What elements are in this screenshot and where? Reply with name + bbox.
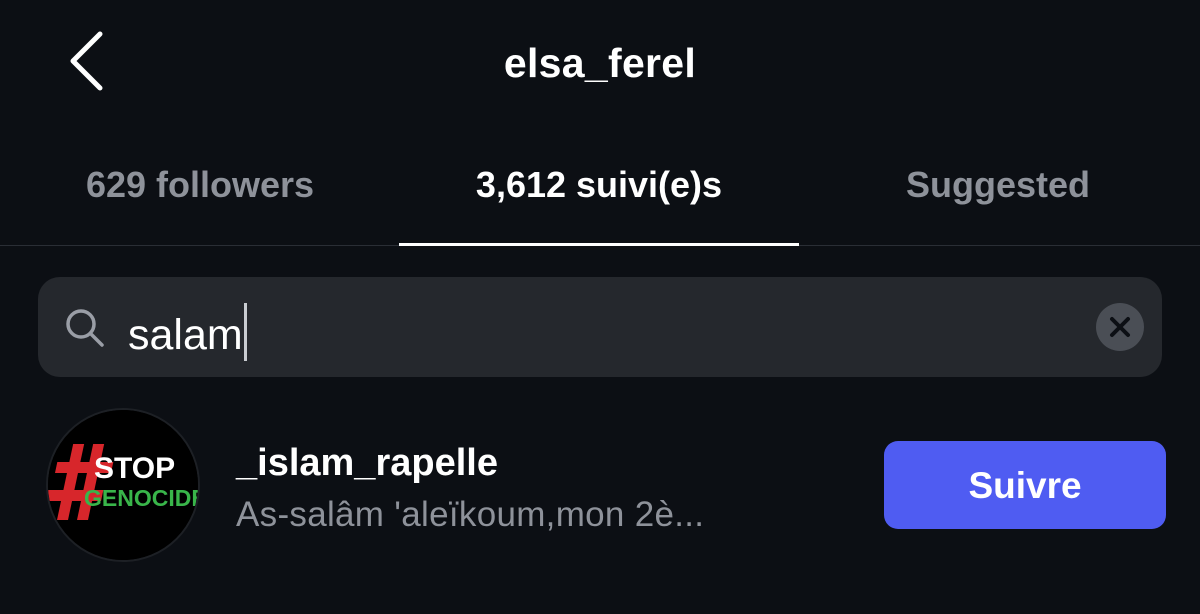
tab-label: 629 followers [85,164,315,205]
search-query: salam [128,311,243,359]
avatar[interactable]: STOP GENOCIDE [46,408,200,562]
avatar-text-genocide: GENOCIDE [84,485,198,511]
tab-bar: 629 followers 3,612 suivi(e)s Suggested [0,125,1200,246]
tab-label: 3,612 suivi(e)s [475,164,723,205]
close-icon [1110,317,1130,337]
avatar-text-stop: STOP [94,452,175,485]
search-icon [66,309,104,347]
tab-suggested[interactable]: Suggested [798,125,1198,245]
follow-button[interactable]: Suivre [884,441,1166,529]
following-screen: elsa_ferel 629 followers 3,612 suivi(e)s… [0,0,1200,614]
header: elsa_ferel [0,0,1200,125]
user-list-item[interactable]: STOP GENOCIDE _islam_rapelle As-salâm 'a… [0,405,1200,570]
tab-label: Suggested [905,164,1091,205]
active-tab-indicator [399,243,799,246]
username[interactable]: _islam_rapelle [236,442,498,485]
search-input[interactable]: salam [128,303,247,361]
clear-search-button[interactable] [1096,303,1144,351]
text-cursor [243,303,247,361]
tab-following[interactable]: 3,612 suivi(e)s [399,125,799,246]
user-bio: As-salâm 'aleïkoum,mon 2è... [236,495,705,534]
page-title: elsa_ferel [503,40,697,86]
tab-followers[interactable]: 629 followers [0,125,400,245]
follow-button-label: Suivre [968,465,1082,506]
stop-genocide-image: STOP GENOCIDE [48,410,198,560]
